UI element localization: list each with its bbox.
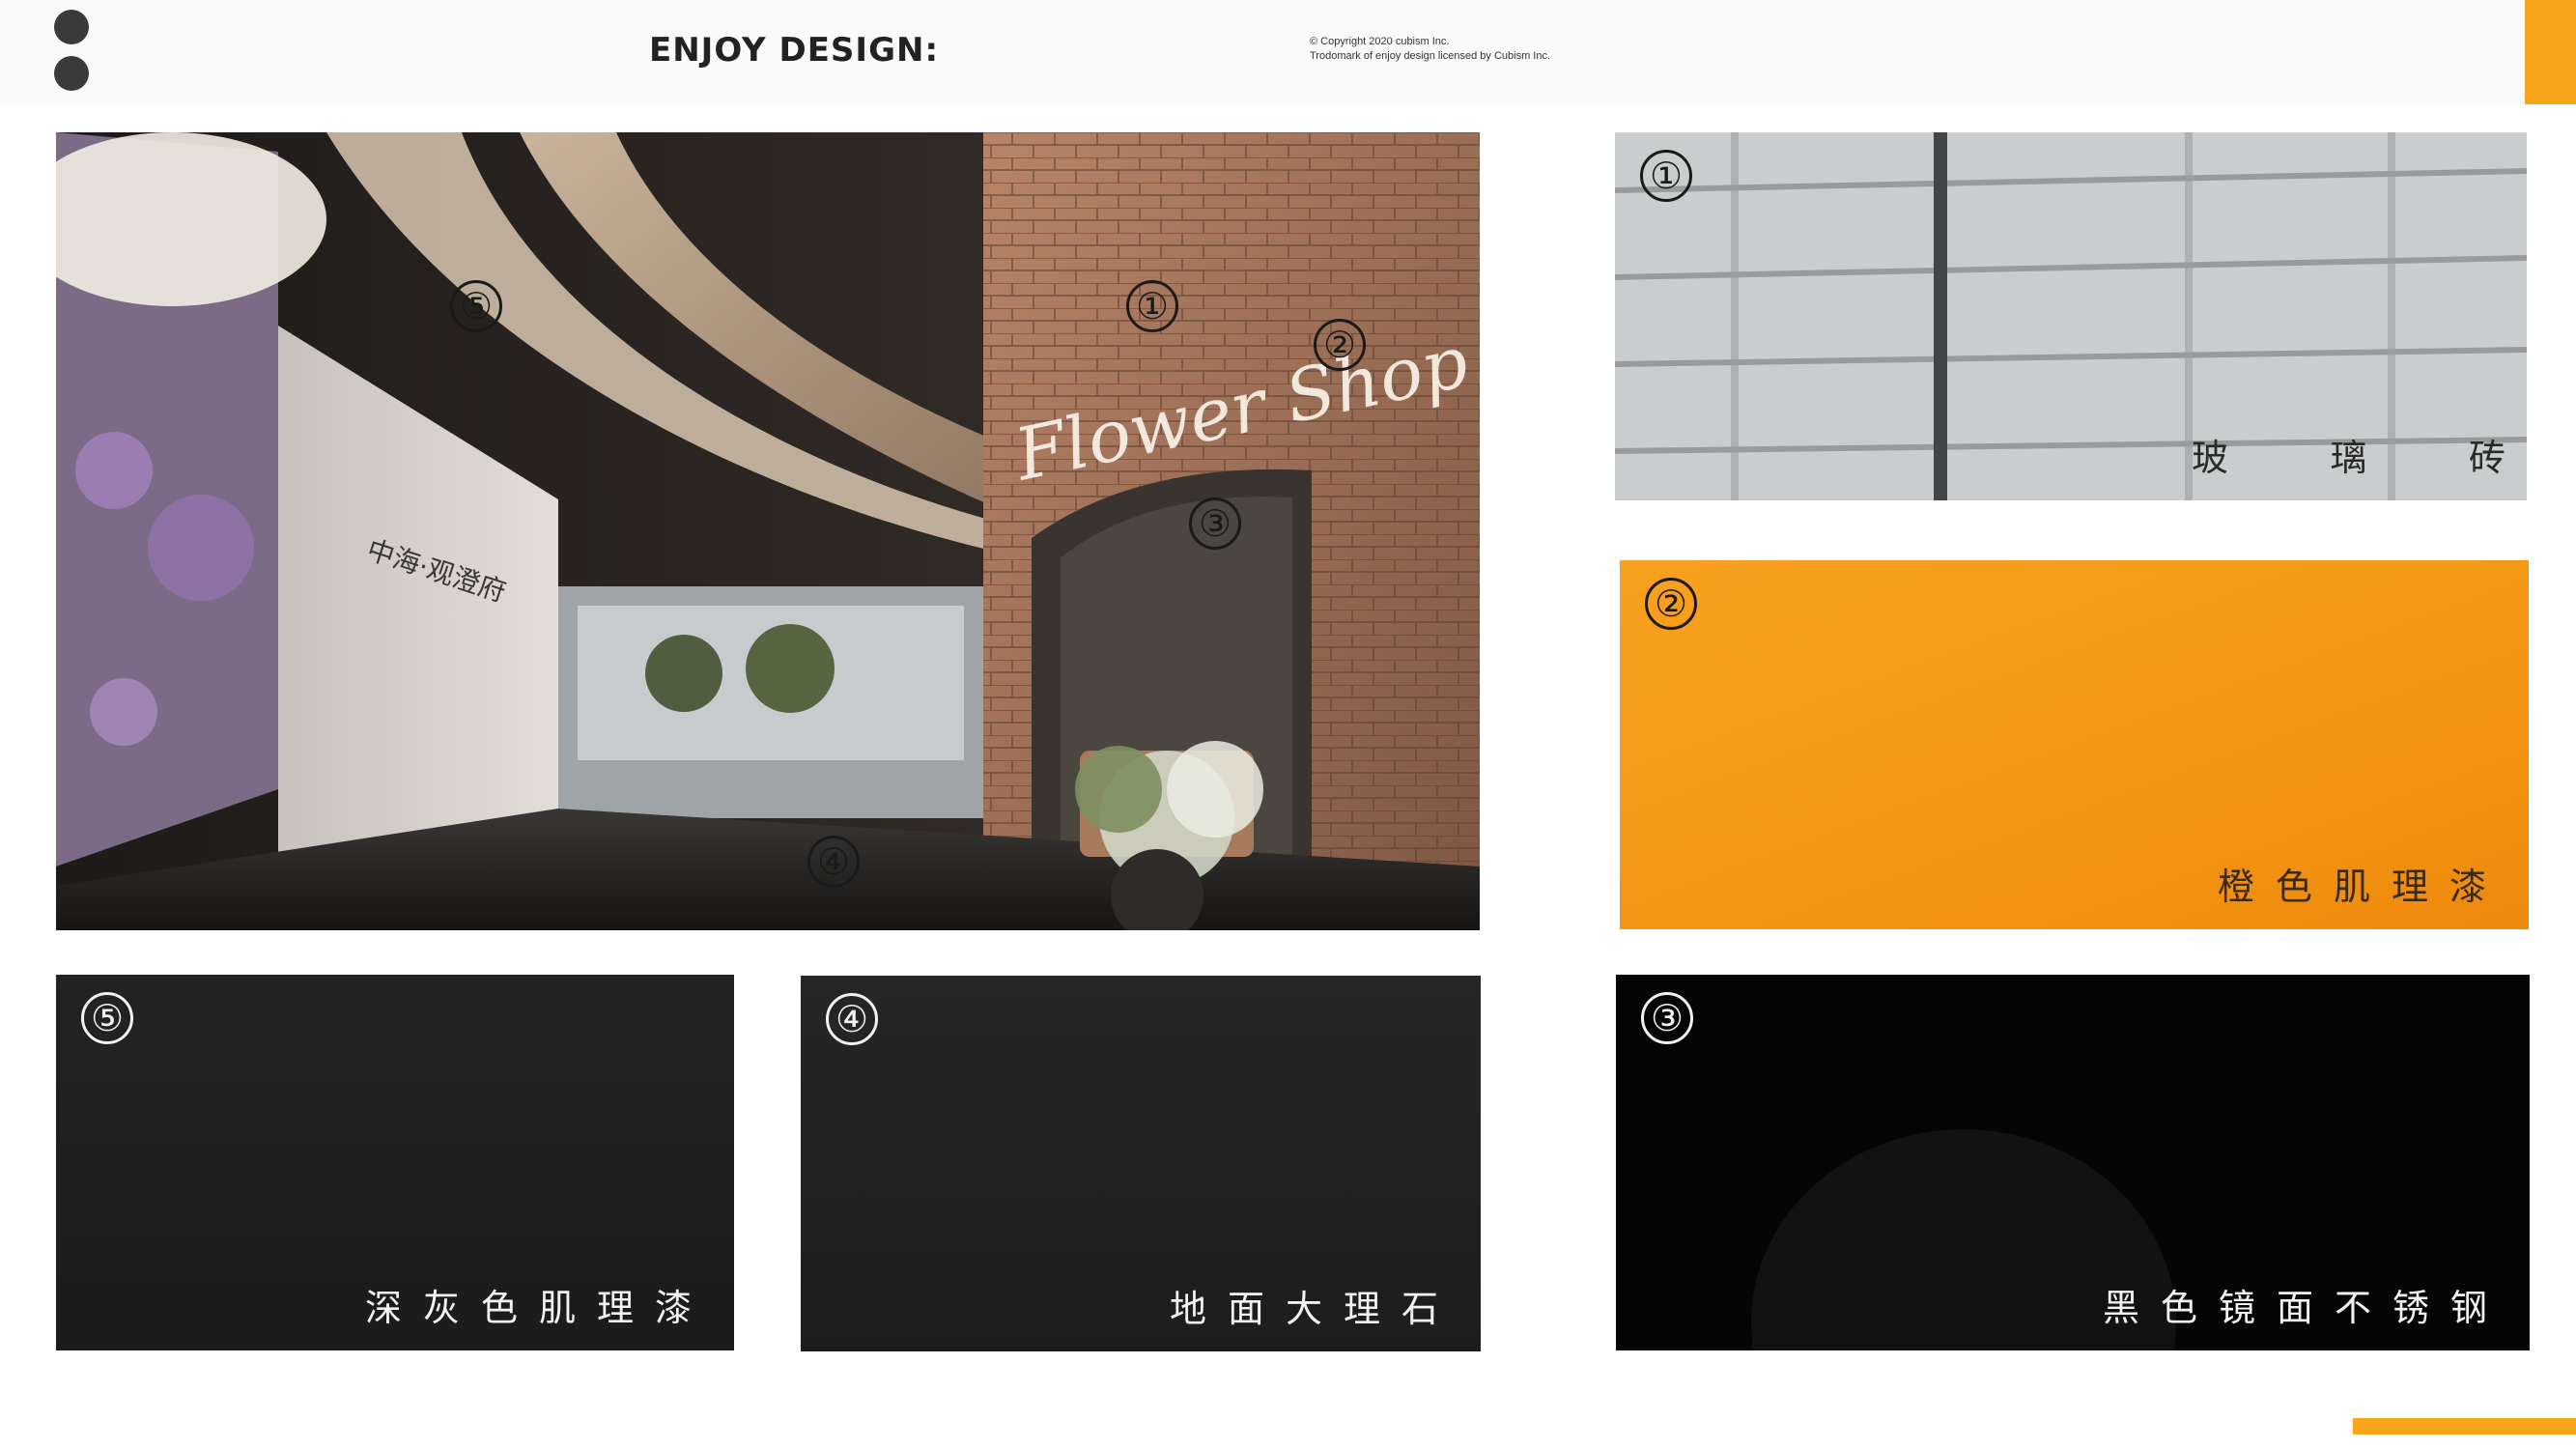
swatch-label-char: 玻	[2192, 437, 2229, 479]
callout-1: ①	[1126, 280, 1178, 332]
swatch-label-char: 璃	[2330, 437, 2367, 479]
callout-4: ④	[807, 836, 860, 888]
swatch-orange-paint: ② 橙色肌理漆	[1620, 560, 2529, 929]
scene-illustration: Flower Shop 中海·观澄府	[56, 132, 1480, 930]
swatch-number: ③	[1641, 992, 1693, 1044]
header-bar: ENJOY DESIGN: © Copyright 2020 cubism In…	[0, 0, 2576, 104]
callout-5: ⑤	[450, 280, 502, 332]
interior-scene-image: Flower Shop 中海·观澄府 ⑤ ① ② ③ ④	[56, 132, 1480, 930]
swatch-number: ①	[1640, 150, 1692, 202]
swatch-label: 地面大理石	[1169, 1288, 1459, 1330]
menu-dot-icon	[54, 56, 89, 91]
trademark-line: Trodomark of enjoy design licensed by Cu…	[1310, 50, 1551, 62]
callout-3: ③	[1189, 497, 1241, 550]
swatch-label-char: 砖	[2468, 437, 2505, 479]
swatch-label: 黑色镜面不锈钢	[2102, 1287, 2508, 1329]
swatch-floor-marble: ④ 地面大理石	[801, 976, 1481, 1351]
swatch-number: ②	[1645, 578, 1697, 630]
copyright-line: © Copyright 2020 cubism Inc.	[1310, 36, 1450, 47]
swatch-dark-gray-paint: ⑤ 深灰色肌理漆	[56, 975, 734, 1350]
swatch-number: ④	[826, 993, 878, 1045]
callout-2: ②	[1314, 319, 1366, 371]
swatch-glass-brick: ① 玻 璃 砖	[1615, 132, 2527, 500]
accent-bar-top	[2525, 0, 2576, 104]
menu-dot-icon	[54, 10, 89, 44]
swatch-black-steel: ③ 黑色镜面不锈钢	[1616, 975, 2530, 1350]
swatch-label: 深灰色肌理漆	[364, 1287, 713, 1329]
accent-bar-bottom	[2353, 1418, 2576, 1435]
swatch-label: 橙色肌理漆	[2217, 866, 2507, 908]
brand-mark: :	[924, 31, 940, 70]
brand-title: ENJOY DESIGN:	[649, 31, 939, 70]
copyright-notice: © Copyright 2020 cubism Inc. Trodomark o…	[1310, 35, 1550, 64]
swatch-label: 玻 璃 砖	[2192, 428, 2505, 481]
swatch-number: ⑤	[81, 992, 133, 1044]
brand-name: ENJOY DESIGN	[649, 31, 925, 70]
